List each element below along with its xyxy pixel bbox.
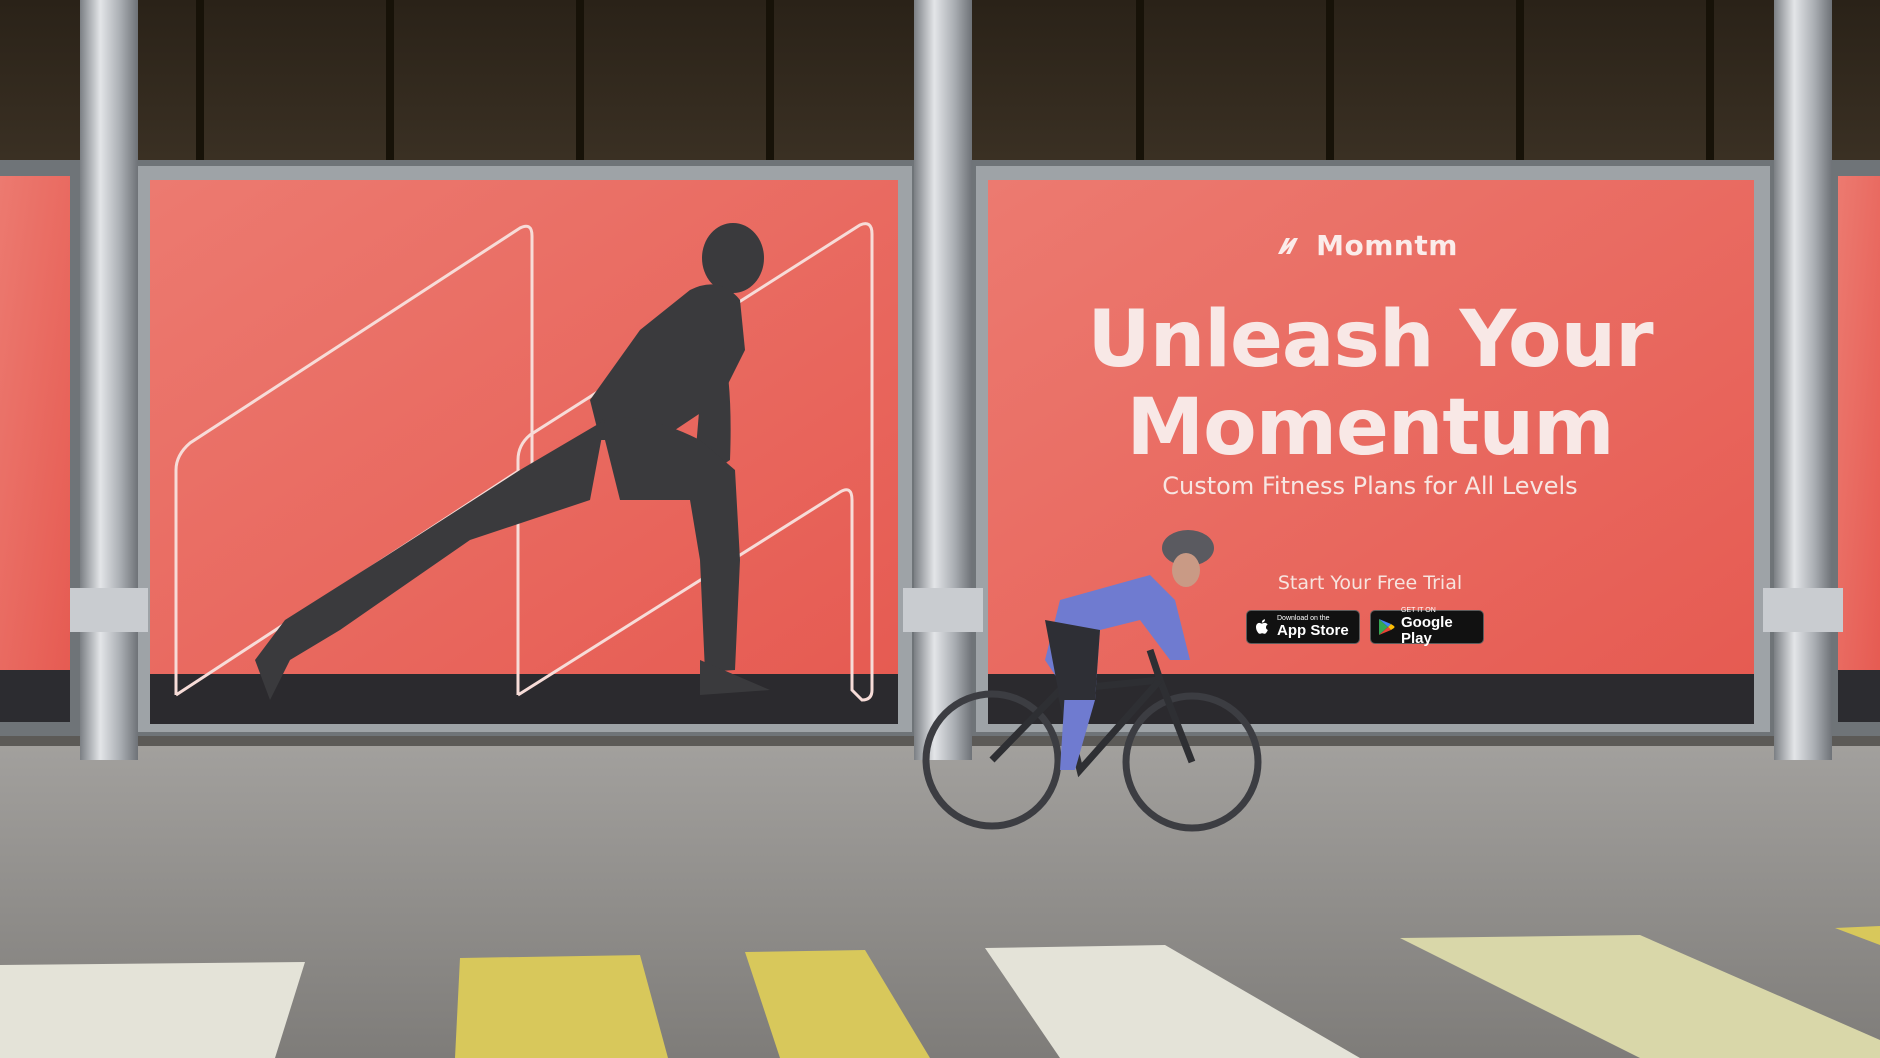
app-store-badge: Download on the App Store [1246, 610, 1360, 644]
billboard-right-partial [1838, 176, 1880, 670]
billboard-right-base [988, 674, 1754, 724]
momntm-logo-icon [1278, 238, 1299, 254]
cta-text: Start Your Free Trial [1277, 572, 1463, 594]
scene-illustration [0, 0, 1880, 1058]
google-play-badge: GET IT ON Google Play [1370, 607, 1484, 647]
google-play-icon [1379, 619, 1395, 635]
brand-logo: Momntm [1262, 222, 1472, 268]
headline: Unleash Your Momentum [1000, 296, 1740, 472]
headline-line-2: Momentum [1126, 383, 1614, 473]
street-scene: Momntm Unleash Your Momentum Custom Fitn… [0, 0, 1880, 1058]
billboard-left [150, 180, 898, 674]
apple-icon [1256, 619, 1268, 634]
billboard-left-base [150, 674, 898, 724]
brand-name: Momntm [1316, 228, 1458, 262]
google-play-big: Google Play [1401, 614, 1453, 647]
subheadline: Custom Fitness Plans for All Levels [1162, 472, 1578, 500]
headline-line-1: Unleash Your [1087, 295, 1653, 385]
billboard-left-partial [0, 176, 70, 670]
app-store-big: App Store [1277, 622, 1349, 639]
